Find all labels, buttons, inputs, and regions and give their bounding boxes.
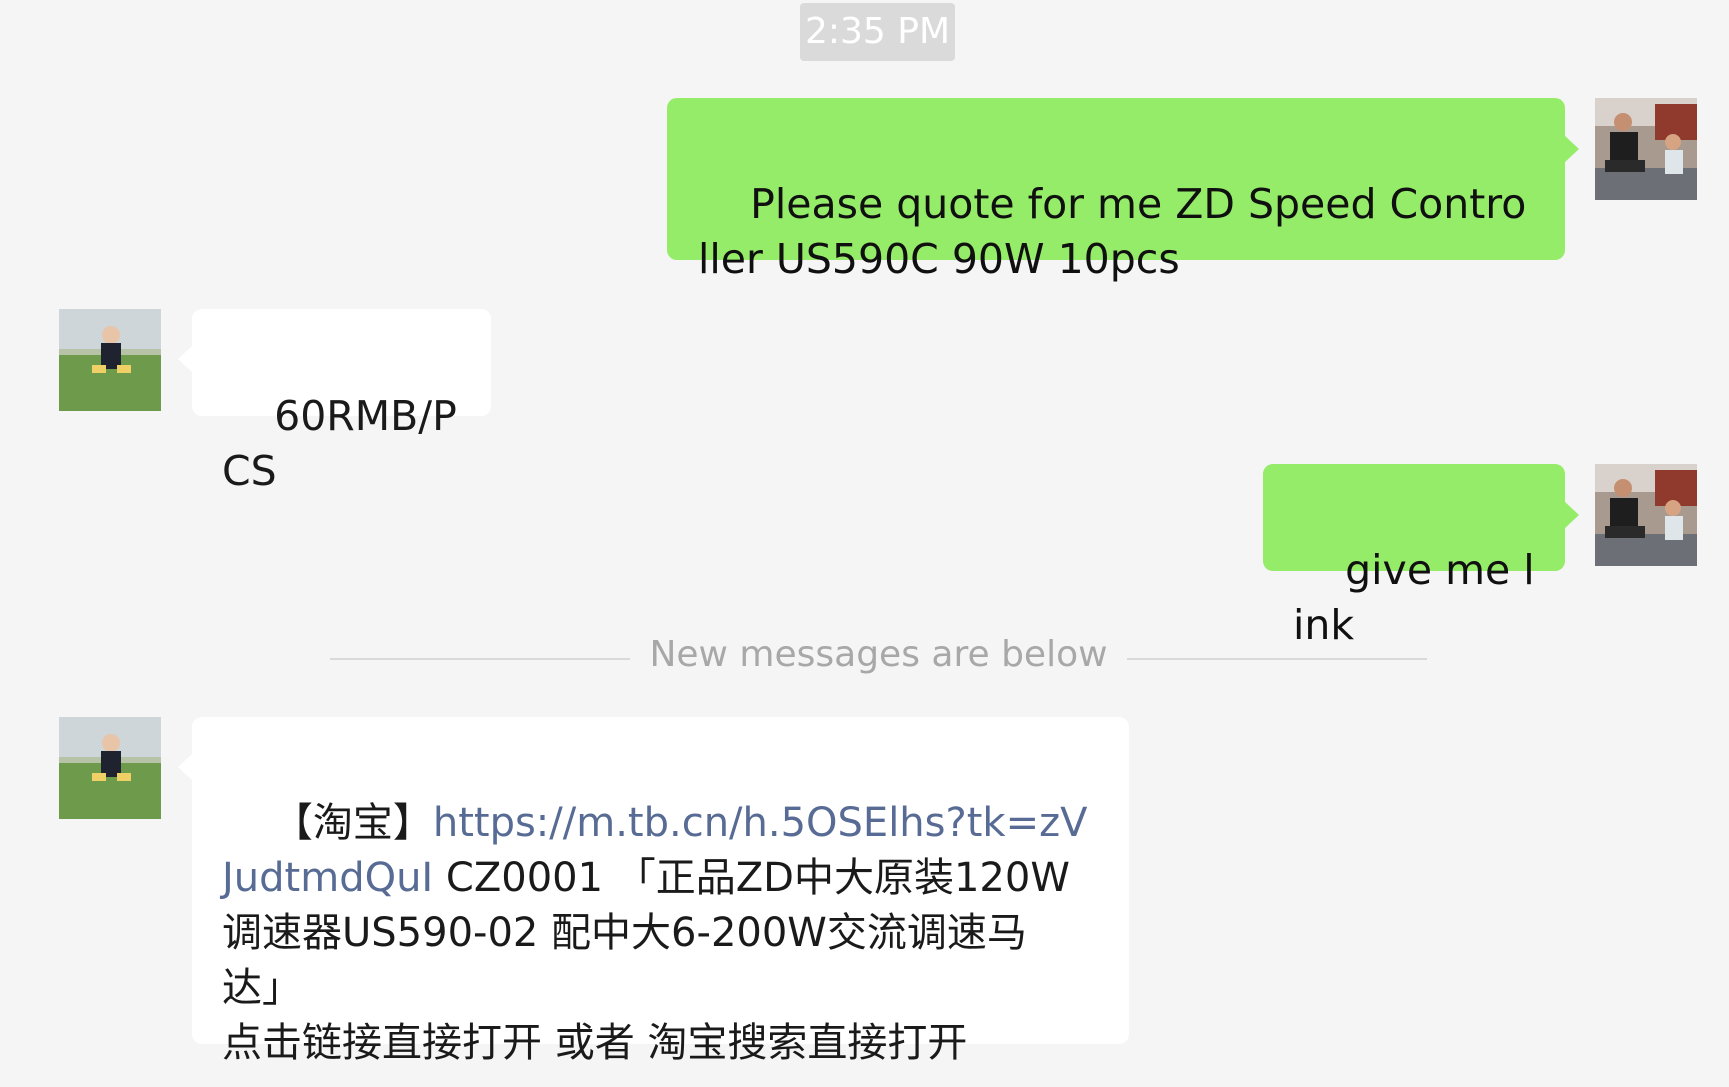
- message-prefix: 【淘宝】: [272, 800, 433, 846]
- contact-avatar[interactable]: [59, 309, 161, 411]
- divider-text: New messages are below: [649, 634, 1108, 675]
- message-text: Please quote for me ZD Speed Controller …: [698, 180, 1527, 283]
- outgoing-message-bubble[interactable]: give me link: [1263, 464, 1579, 649]
- chat-window: 2:35 PM Please quote for me ZD Speed Con…: [0, 0, 1729, 1087]
- outgoing-message-bubble[interactable]: Please quote for me ZD Speed Controller …: [667, 98, 1579, 283]
- incoming-message-bubble[interactable]: 60RMB/PCS: [178, 309, 491, 495]
- incoming-message-bubble[interactable]: 【淘宝】https://m.tb.cn/h.5OSElhs?tk=zVJudtm…: [178, 717, 1129, 1066]
- new-messages-divider: New messages are below: [330, 625, 1427, 685]
- timestamp-label: 2:35 PM: [800, 3, 955, 61]
- user-avatar[interactable]: [1595, 464, 1697, 566]
- user-avatar[interactable]: [1595, 98, 1697, 200]
- contact-avatar[interactable]: [59, 717, 161, 819]
- message-text: 60RMB/PCS: [222, 392, 457, 495]
- divider-line-left: [330, 658, 630, 660]
- divider-line-right: [1127, 658, 1427, 660]
